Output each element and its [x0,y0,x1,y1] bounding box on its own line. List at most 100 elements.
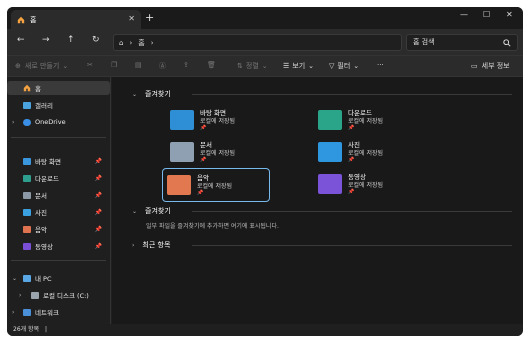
pin-icon: 📌 [200,157,207,163]
folder-downloads[interactable]: 다운로드 로컬에 저장됨 📌 [314,104,422,138]
address-bar[interactable]: ⌂ › 홈 › [113,34,402,51]
details-button[interactable]: ▭ 세부 정보 [471,61,510,71]
chevron-right-icon[interactable]: › [12,309,14,316]
sidebar-item-downloads[interactable]: 다운로드 📌 [7,171,110,185]
view-label: 보기 [292,62,306,70]
sidebar-item-videos[interactable]: 동영상 📌 [7,239,110,253]
desktop-folder-icon [170,110,194,130]
search-input[interactable]: 홈 검색 [406,34,518,51]
sidebar-item-network[interactable]: › 네트워크 [7,305,110,319]
chevron-down-icon: ⌄ [261,62,268,70]
pin-icon[interactable]: 📌 [95,226,102,233]
tab-close-icon[interactable]: ✕ [128,14,135,23]
sort-label: 정렬 [245,62,259,70]
pin-icon[interactable]: 📌 [95,192,102,199]
folder-location: 로컬에 저장됨 [200,150,236,157]
section-divider [192,211,512,212]
section-title: 즐겨찾기 [145,90,171,98]
folder-videos[interactable]: 동영상 로컬에 저장됨 📌 [314,168,422,202]
chevron-down-icon: ⌄ [62,62,69,70]
title-bar: 홈 ✕ + — ☐ ✕ [7,7,523,29]
pin-icon[interactable]: 📌 [95,209,102,216]
sidebar-item-this-pc[interactable]: ⌄ 내 PC [7,271,110,285]
delete-icon[interactable]: 🗑 [207,61,216,69]
sidebar-item-label: 사진 [35,209,47,217]
cloud-icon [23,118,31,126]
up-icon[interactable]: ↑ [67,35,75,45]
favorites-header[interactable]: ⌄ 즐겨찾기 [132,206,171,216]
filter-button[interactable]: ▽ 필터 ⌄ [329,61,359,71]
section-title: 즐겨찾기 [145,207,171,215]
folder-pictures[interactable]: 사진 로컬에 저장됨 📌 [314,136,422,170]
copy-icon[interactable]: ❐ [111,61,117,69]
paste-icon[interactable]: ▤ [135,61,142,69]
sidebar-item-label: 바탕 화면 [35,158,61,166]
chevron-right-icon[interactable]: › [19,292,21,299]
sort-button[interactable]: ⇅ 정렬 ⌄ [237,61,268,71]
sidebar-item-label: 갤러리 [35,102,53,110]
folder-location: 로컬에 저장됨 [348,150,384,157]
sidebar-item-gallery[interactable]: 갤러리 [7,98,110,112]
new-tab-icon[interactable]: + [145,11,154,24]
minimize-icon[interactable]: — [460,10,468,19]
navigation-pane: 홈 갤러리 › OneDrive 바탕 화면 📌 다운로드 📌 문서 📌 사진 … [7,77,111,324]
folder-location: 로컬에 저장됨 [348,118,384,125]
section-divider [192,94,512,95]
sidebar-item-music[interactable]: 음악 📌 [7,222,110,236]
sidebar-item-label: OneDrive [35,118,66,126]
pin-icon: 📌 [200,125,207,131]
sidebar-item-desktop[interactable]: 바탕 화면 📌 [7,154,110,168]
view-button[interactable]: ☰ 보기 ⌄ [283,61,314,71]
folder-desktop[interactable]: 바탕 화면 로컬에 저장됨 📌 [166,104,274,138]
details-label: 세부 정보 [481,62,510,70]
sidebar-item-label: 로컬 디스크 (C:) [43,292,89,300]
folder-music[interactable]: 음악 로컬에 저장됨 📌 [162,168,270,202]
tab-home[interactable]: 홈 ✕ [11,10,141,29]
computer-icon [23,274,31,282]
folder-location: 로컬에 저장됨 [348,182,384,189]
sidebar-item-label: 음악 [35,226,47,234]
quick-access-header[interactable]: ⌄ 즐겨찾기 [132,89,171,99]
rename-icon[interactable]: Ⓐ [159,61,166,71]
share-icon[interactable]: ⇪ [183,61,189,69]
breadcrumb-separator[interactable]: › [151,39,154,47]
new-button[interactable]: ⊕ 새로 만들기 ⌄ [15,61,68,71]
pin-icon: 📌 [348,125,355,131]
status-cursor: | [45,326,48,333]
new-plus-icon: ⊕ [15,62,21,70]
maximize-icon[interactable]: ☐ [483,10,490,19]
home-icon: ⌂ [119,38,124,47]
recent-header[interactable]: › 최근 항목 [132,240,170,250]
chevron-right-icon[interactable]: › [12,119,14,126]
pin-icon[interactable]: 📌 [95,158,102,165]
gallery-icon [23,101,31,109]
chevron-right-icon: › [132,241,135,249]
pin-icon[interactable]: 📌 [95,175,102,182]
sidebar-divider [11,137,106,138]
music-icon [23,225,31,233]
chevron-down-icon: ⌄ [132,90,138,98]
sidebar-item-onedrive[interactable]: › OneDrive [7,115,110,129]
pin-icon[interactable]: 📌 [95,243,102,250]
cut-icon[interactable]: ✂ [87,61,93,69]
sort-icon: ⇅ [237,62,243,70]
breadcrumb[interactable]: 홈 [138,38,144,48]
desktop-icon [23,157,31,165]
chevron-down-icon: ⌄ [353,62,360,70]
chevron-down-icon[interactable]: ⌄ [12,275,17,282]
folder-documents[interactable]: 문서 로컬에 저장됨 📌 [166,136,274,170]
sidebar-item-local-disk[interactable]: › 로컬 디스크 (C:) [7,288,110,302]
back-icon[interactable]: ← [17,35,25,45]
more-options-icon[interactable]: ··· [377,61,384,69]
sidebar-item-home[interactable]: 홈 [7,81,110,95]
video-icon [23,242,31,250]
pictures-folder-icon [318,142,342,162]
sidebar-item-pictures[interactable]: 사진 📌 [7,205,110,219]
forward-icon[interactable]: → [42,35,50,45]
close-icon[interactable]: ✕ [506,10,513,19]
document-folder-icon [170,142,194,162]
chevron-down-icon: ⌄ [132,207,138,215]
refresh-icon[interactable]: ↻ [92,35,100,45]
sidebar-item-documents[interactable]: 문서 📌 [7,188,110,202]
content-pane: ⌄ 즐겨찾기 바탕 화면 로컬에 저장됨 📌 다운로드 로컬에 저장됨 📌 문서… [112,77,523,324]
